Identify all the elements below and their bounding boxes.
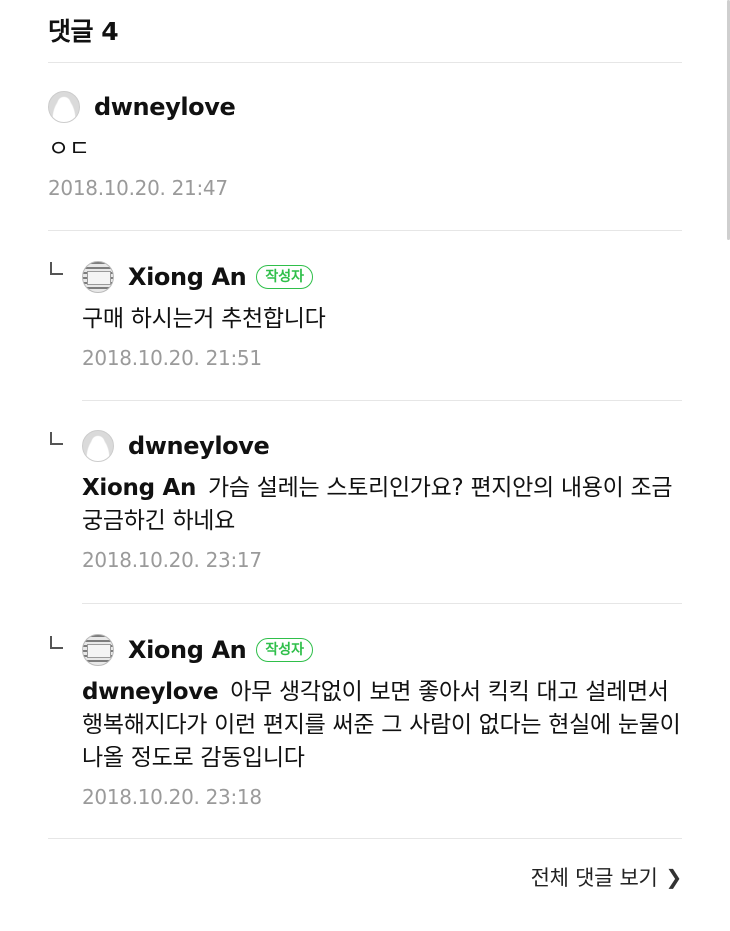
comment-author[interactable]: Xiong An	[128, 636, 247, 664]
avatar[interactable]	[82, 634, 114, 666]
comments-header: 댓글 4	[48, 17, 119, 46]
divider	[48, 838, 682, 839]
comment-date: 2018.10.20. 23:17	[82, 548, 262, 572]
comment-item: Xiong An 작성자 구매 하시는거 추천합니다 2018.10.20. 2…	[82, 259, 682, 370]
comment-item: Xiong An 작성자 dwneylove 아무 생각없이 보면 좋아서 킥킥 …	[82, 632, 682, 809]
comment-author-row: dwneylove	[48, 89, 688, 125]
comment-author[interactable]: dwneylove	[128, 432, 270, 460]
divider	[82, 603, 682, 604]
comment-date: 2018.10.20. 21:47	[48, 176, 228, 200]
comment-text: dwneylove 아무 생각없이 보면 좋아서 킥킥 대고 설레면서 행복해지다…	[82, 676, 682, 775]
reply-arrow-icon	[50, 636, 63, 649]
comment-date: 2018.10.20. 23:18	[82, 785, 262, 809]
comment-mention[interactable]: dwneylove	[82, 679, 219, 705]
comment-mention[interactable]: Xiong An	[82, 475, 196, 501]
view-all-label: 전체 댓글 보기	[530, 866, 658, 890]
reply-arrow-icon	[50, 262, 63, 275]
comment-author-row: Xiong An 작성자	[82, 259, 682, 295]
comment-text: 구매 하시는거 추천합니다	[82, 306, 326, 332]
avatar[interactable]	[82, 430, 114, 462]
divider	[82, 400, 682, 401]
divider	[48, 62, 682, 63]
author-badge: 작성자	[256, 638, 313, 662]
comments-page: 댓글 4 dwneylove ㅇㄷ 2018.10.20. 21:47 Xion…	[0, 0, 730, 931]
chevron-right-icon: ❯	[665, 865, 683, 889]
avatar[interactable]	[82, 261, 114, 293]
comment-author-row: Xiong An 작성자	[82, 632, 682, 668]
comment-text: Xiong An 가슴 설레는 스토리인가요? 편지안의 내용이 조금 궁금하긴 …	[82, 472, 682, 538]
comment-author[interactable]: Xiong An	[128, 263, 247, 291]
divider	[48, 230, 682, 231]
comment-date: 2018.10.20. 21:51	[82, 346, 262, 370]
author-badge: 작성자	[256, 265, 313, 289]
comment-item: dwneylove ㅇㄷ 2018.10.20. 21:47	[48, 89, 688, 200]
comment-item: dwneylove Xiong An 가슴 설레는 스토리인가요? 편지안의 내용…	[82, 428, 682, 572]
comment-author-row: dwneylove	[82, 428, 682, 464]
comment-text: ㅇㄷ	[48, 136, 90, 162]
reply-arrow-icon	[50, 432, 63, 445]
avatar[interactable]	[48, 91, 80, 123]
comment-author[interactable]: dwneylove	[94, 93, 236, 121]
view-all-comments-link[interactable]: 전체 댓글 보기 ❯	[530, 862, 683, 892]
